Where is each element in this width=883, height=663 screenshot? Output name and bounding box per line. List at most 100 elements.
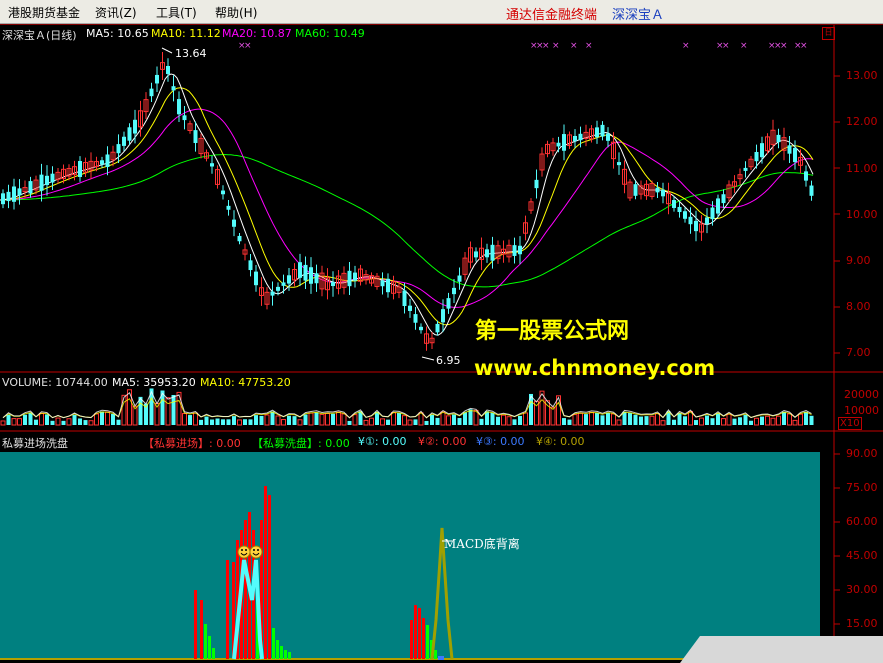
smiley-icon-eye bbox=[241, 549, 243, 551]
volume-bar bbox=[606, 412, 610, 425]
volume-bar bbox=[182, 413, 187, 426]
volume-bar bbox=[732, 418, 737, 425]
volume-bar bbox=[171, 394, 176, 425]
candle-body bbox=[309, 267, 313, 284]
candle-body bbox=[347, 270, 352, 287]
volume-bar bbox=[254, 415, 258, 425]
kline-chart-canvas[interactable]: ×× ××× × × × × ×× × ××× ×× bbox=[0, 0, 883, 663]
indicator-blue-mark bbox=[438, 656, 444, 660]
volume-bar bbox=[765, 415, 770, 426]
candle-body bbox=[276, 286, 280, 291]
candle-body bbox=[705, 217, 709, 224]
volume-bar bbox=[699, 417, 704, 426]
volume-bar bbox=[292, 416, 297, 425]
volume-bar bbox=[325, 412, 330, 426]
volume-bar bbox=[287, 415, 291, 425]
candle-body bbox=[606, 133, 610, 141]
signal-marker: × bbox=[552, 41, 560, 51]
volume-bar bbox=[407, 419, 413, 426]
signal-marker: × bbox=[585, 41, 593, 51]
volume-bar bbox=[72, 414, 77, 425]
candle-body bbox=[518, 245, 522, 255]
indicator-green-bar bbox=[288, 652, 291, 659]
indicator-red-bar bbox=[226, 560, 229, 659]
signal-marker: × bbox=[800, 41, 808, 51]
volume-bar bbox=[0, 420, 6, 426]
indicator-green-bar bbox=[280, 646, 283, 659]
volume-bar bbox=[792, 419, 798, 426]
candle-body bbox=[171, 86, 176, 91]
candle-body bbox=[457, 275, 462, 282]
candle-body bbox=[149, 88, 154, 97]
volume-bar bbox=[633, 414, 638, 425]
candle-body bbox=[281, 282, 286, 286]
volume-bar bbox=[655, 413, 660, 426]
volume-bar bbox=[518, 415, 522, 425]
candle-body bbox=[754, 151, 759, 162]
volume-bar bbox=[639, 416, 643, 425]
volume-bar bbox=[270, 411, 275, 425]
candle-body bbox=[1, 193, 5, 205]
indicator-green-bar bbox=[272, 628, 275, 659]
watermark-title: 第一股票公式网 bbox=[475, 319, 630, 344]
volume-bar bbox=[463, 412, 467, 425]
smiley-icon-eye bbox=[257, 549, 259, 551]
volume-bar bbox=[297, 419, 303, 426]
candle-body bbox=[50, 173, 55, 183]
indicator-red-bar bbox=[268, 495, 271, 659]
volume-bar bbox=[275, 415, 281, 426]
candle-body bbox=[314, 273, 319, 284]
volume-bar bbox=[644, 416, 649, 425]
volume-bar bbox=[363, 419, 369, 426]
volume-bar bbox=[589, 411, 594, 426]
candle-body bbox=[133, 119, 137, 134]
low-pointer bbox=[421, 356, 435, 361]
volume-bar bbox=[23, 414, 27, 425]
candle-body bbox=[683, 211, 687, 219]
volume-bar bbox=[506, 416, 512, 426]
volume-bar bbox=[232, 416, 236, 425]
window-corner bbox=[680, 636, 883, 663]
volume-bar bbox=[176, 391, 182, 426]
signal-marker: × bbox=[244, 41, 252, 51]
volume-bar bbox=[418, 412, 424, 426]
smiley-icon-eye bbox=[245, 549, 247, 551]
volume-bar bbox=[490, 412, 495, 425]
volume-bar bbox=[567, 419, 572, 425]
volume-bar bbox=[809, 415, 814, 425]
volume-bar bbox=[804, 411, 808, 425]
candle-body bbox=[17, 188, 22, 196]
candle-body bbox=[182, 115, 187, 121]
candle-body bbox=[435, 323, 440, 333]
volume-bar bbox=[55, 417, 61, 426]
volume-bar bbox=[17, 418, 22, 426]
smiley-icon-eye bbox=[253, 549, 255, 551]
volume-bar bbox=[83, 420, 88, 425]
indicator-green-bar bbox=[284, 650, 287, 659]
volume-bar bbox=[649, 415, 655, 426]
volume-bar bbox=[308, 412, 314, 426]
volume-bar bbox=[440, 411, 446, 426]
candle-body bbox=[556, 142, 561, 147]
candle-body bbox=[617, 162, 621, 166]
volume-bar bbox=[331, 413, 335, 425]
candle-body bbox=[226, 205, 231, 210]
candle-body bbox=[655, 187, 660, 193]
candle-body bbox=[787, 145, 792, 154]
candle-body bbox=[254, 271, 258, 286]
candle-body bbox=[413, 314, 418, 323]
candle-body bbox=[12, 186, 16, 202]
volume-bar bbox=[121, 394, 127, 426]
signal-marker: × bbox=[682, 41, 690, 51]
volume-bar bbox=[479, 418, 484, 425]
volume-bar bbox=[6, 414, 11, 425]
candle-body bbox=[743, 167, 748, 171]
volume-bar bbox=[193, 412, 198, 426]
volume-bar bbox=[248, 419, 253, 425]
volume-bar bbox=[572, 414, 578, 426]
candle-body bbox=[45, 175, 49, 186]
candle-body bbox=[595, 127, 599, 138]
volume-bar bbox=[782, 411, 786, 425]
volume-bar bbox=[660, 420, 666, 426]
indicator-red-bar bbox=[422, 618, 425, 659]
